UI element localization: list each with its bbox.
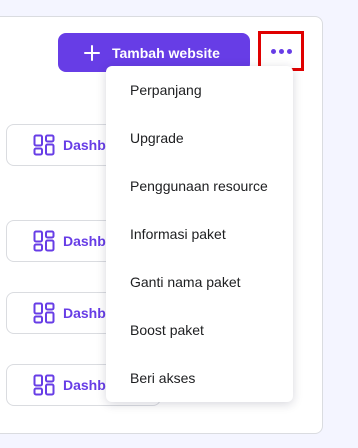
plus-icon: [84, 44, 100, 61]
more-options-button[interactable]: [258, 31, 304, 71]
menu-item-upgrade[interactable]: Upgrade: [106, 114, 293, 162]
menu-item-penggunaan-resource[interactable]: Penggunaan resource: [106, 162, 293, 210]
menu-item-perpanjang[interactable]: Perpanjang: [106, 66, 293, 114]
add-website-label: Tambah website: [112, 44, 220, 61]
dashboard-icon: [33, 230, 55, 252]
dashboard-icon: [33, 374, 55, 396]
menu-item-ganti-nama-paket[interactable]: Ganti nama paket: [106, 258, 293, 306]
dashboard-icon: [33, 302, 55, 324]
dashboard-icon: [33, 134, 55, 156]
menu-item-informasi-paket[interactable]: Informasi paket: [106, 210, 293, 258]
more-horizontal-icon: [270, 48, 276, 54]
options-dropdown-menu: Perpanjang Upgrade Penggunaan resource I…: [106, 66, 293, 402]
menu-item-boost-paket[interactable]: Boost paket: [106, 306, 293, 354]
menu-item-beri-akses[interactable]: Beri akses: [106, 354, 293, 402]
